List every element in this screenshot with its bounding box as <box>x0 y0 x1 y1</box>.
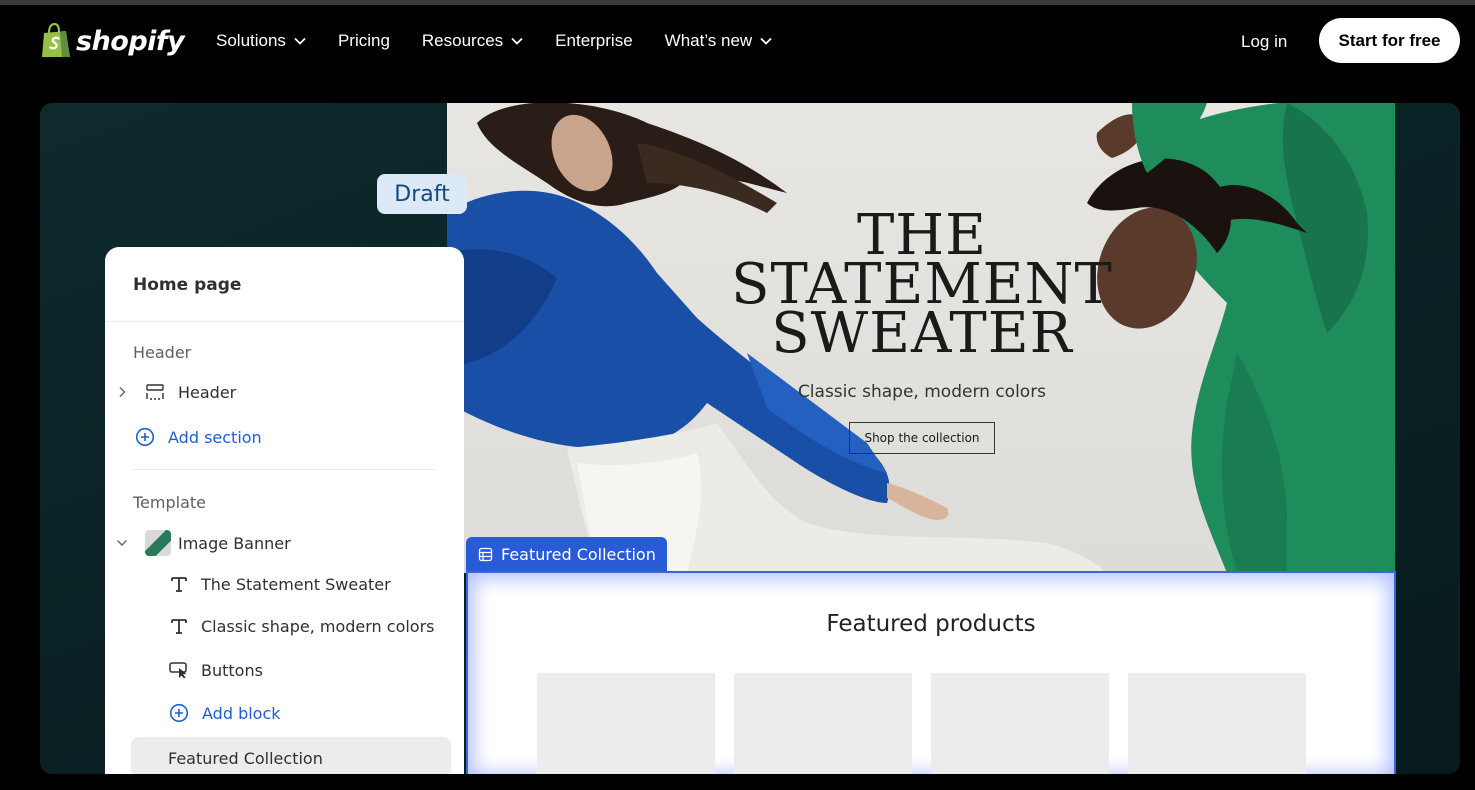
chevron-down-icon <box>115 539 129 547</box>
sidebar-item-featured-collection-text[interactable]: Featured Collection <box>168 749 323 768</box>
chevron-right-icon <box>115 386 129 398</box>
sidebar-item-label: Featured Collection <box>168 749 323 768</box>
logo-wordmark: shopify <box>76 25 185 57</box>
chevron-down-icon <box>511 37 523 45</box>
nav-item-enterprise[interactable]: Enterprise <box>555 31 632 51</box>
banner-subtitle: Classic shape, modern colors <box>797 382 1047 402</box>
nav-item-label: What’s new <box>664 31 753 50</box>
block-item-classic-shape[interactable]: Classic shape, modern colors <box>169 616 435 636</box>
nav-menu: Solutions Pricing Resources Enterprise W… <box>216 5 804 77</box>
sidebar-item-image-banner[interactable]: Image Banner <box>115 530 291 556</box>
block-item-label: Classic shape, modern colors <box>201 616 435 636</box>
theme-editor-sidebar: Home page Header Header Add section Temp… <box>105 247 464 774</box>
text-icon <box>169 616 189 636</box>
featured-collection-tag[interactable]: Featured Collection <box>466 537 667 571</box>
block-item-buttons[interactable]: Buttons <box>169 660 263 680</box>
nav-item-label: Pricing <box>337 31 390 50</box>
block-item-label: Buttons <box>201 660 263 680</box>
top-navigation: shopify Solutions Pricing Resources Ente… <box>0 5 1475 77</box>
add-section-label: Add section <box>168 427 262 447</box>
nav-item-label: Solutions <box>216 31 286 50</box>
shop-the-collection-button[interactable]: Shop the collection <box>849 422 995 454</box>
product-card-placeholder <box>734 673 912 774</box>
start-for-free-button[interactable]: Start for free <box>1319 18 1460 63</box>
template-group-label: Template <box>133 493 207 512</box>
sidebar-item-label: Header <box>178 382 237 402</box>
add-section-button[interactable]: Add section <box>135 427 262 447</box>
login-link[interactable]: Log in <box>1241 32 1287 52</box>
featured-collection-tag-label: Featured Collection <box>501 544 656 564</box>
nav-item-resources[interactable]: Resources <box>422 31 523 51</box>
divider <box>105 321 464 322</box>
chevron-down-icon <box>294 37 306 45</box>
product-card-placeholder <box>537 673 715 774</box>
chevron-down-icon <box>760 37 772 45</box>
add-block-label: Add block <box>202 703 281 723</box>
nav-item-solutions[interactable]: Solutions <box>216 31 306 51</box>
block-item-statement-sweater[interactable]: The Statement Sweater <box>169 574 391 594</box>
text-icon <box>169 574 189 594</box>
image-banner-preview: THE STATEMENT SWEATER Classic shape, mod… <box>447 103 1395 573</box>
nav-item-label: Resources <box>421 31 504 50</box>
shopify-logo[interactable]: shopify <box>40 22 185 59</box>
add-block-button[interactable]: Add block <box>169 703 281 723</box>
hero-panel: THE STATEMENT SWEATER Classic shape, mod… <box>40 103 1460 774</box>
editor-page-title: Home page <box>133 275 242 295</box>
sidebar-item-label: Image Banner <box>178 533 291 553</box>
nav-item-pricing[interactable]: Pricing <box>338 31 390 51</box>
banner-headline: THE STATEMENT SWEATER <box>697 208 1147 362</box>
product-card-placeholder <box>931 673 1109 774</box>
sidebar-item-header[interactable]: Header <box>115 382 236 402</box>
shopify-bag-icon <box>40 22 72 59</box>
draft-badge: Draft <box>377 174 467 214</box>
header-layout-icon <box>145 382 165 402</box>
image-thumbnail-icon <box>145 530 171 556</box>
block-item-label: The Statement Sweater <box>201 574 391 594</box>
nav-item-label: Enterprise <box>555 31 633 50</box>
divider <box>133 469 435 470</box>
header-group-label: Header <box>133 343 192 362</box>
featured-collection-preview[interactable]: Featured products <box>466 571 1396 774</box>
plus-circle-icon <box>169 703 189 723</box>
cursor-button-icon <box>169 660 189 680</box>
featured-products-title: Featured products <box>826 611 1036 637</box>
plus-circle-icon <box>135 427 155 447</box>
nav-item-whats-new[interactable]: What’s new <box>665 31 773 51</box>
section-layout-icon <box>478 547 493 561</box>
product-card-placeholder <box>1128 673 1306 774</box>
